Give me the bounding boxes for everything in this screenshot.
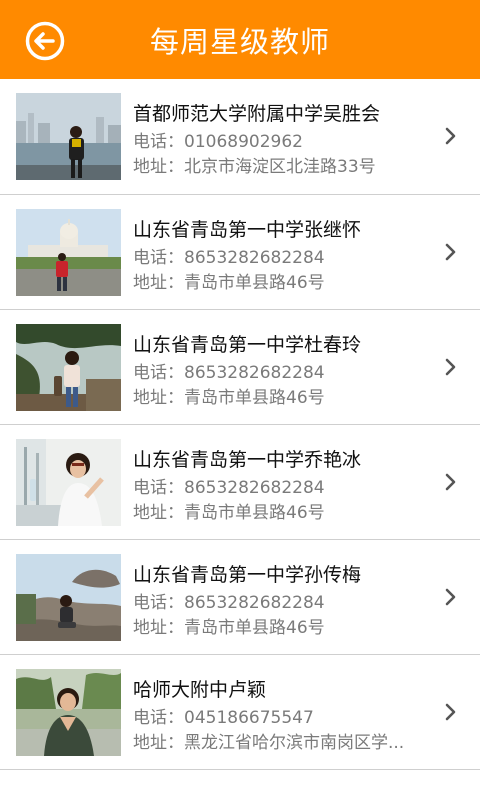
teacher-address: 地址：青岛市单县路46号 [133,273,325,293]
chevron-right-icon [445,358,456,376]
teacher-address: 地址：青岛市单县路46号 [133,618,325,638]
teacher-address: 地址：青岛市单县路46号 [133,388,325,408]
teacher-address: 地址：黑龙江省哈尔滨市南岗区学... [133,733,405,753]
teacher-phone: 电话：8653282682284 [133,248,325,268]
teacher-list-item[interactable]: 山东省青岛第一中学孙传梅 电话：8653282682284 地址：青岛市单县路4… [0,540,480,655]
teacher-list-item[interactable]: 山东省青岛第一中学张继怀 电话：8653282682284 地址：青岛市单县路4… [0,195,480,310]
teacher-name: 山东省青岛第一中学乔艳冰 [133,449,362,471]
teacher-address: 地址：北京市海淀区北洼路33号 [133,157,376,177]
teacher-photo [16,209,121,296]
teacher-address: 地址：青岛市单县路46号 [133,503,325,523]
teacher-phone: 电话：01068902962 [133,132,303,152]
teacher-list-item[interactable]: 山东省青岛第一中学乔艳冰 电话：8653282682284 地址：青岛市单县路4… [0,425,480,540]
chevron-right-icon [445,243,456,261]
chevron-right-icon [445,127,456,145]
chevron-right-icon [445,588,456,606]
teacher-name: 哈师大附中卢颖 [133,679,267,701]
teacher-name: 首都师范大学附属中学吴胜会 [133,103,381,125]
teacher-name: 山东省青岛第一中学孙传梅 [133,564,362,586]
teacher-name: 山东省青岛第一中学张继怀 [133,219,362,241]
back-button[interactable] [22,18,68,64]
teacher-list-item[interactable]: 山东省青岛第一中学杜春玲 电话：8653282682284 地址：青岛市单县路4… [0,310,480,425]
chevron-right-icon [445,703,456,721]
teacher-photo [16,669,121,756]
chevron-right-icon [445,473,456,491]
teacher-photo [16,324,121,411]
teacher-phone: 电话：8653282682284 [133,363,325,383]
teacher-photo [16,439,121,526]
teacher-photo [16,93,121,180]
teacher-phone: 电话：8653282682284 [133,593,325,613]
teacher-list-item[interactable]: 首都师范大学附属中学吴胜会 电话：01068902962 地址：北京市海淀区北洼… [0,79,480,195]
teacher-photo [16,554,121,641]
teacher-list-item[interactable]: 哈师大附中卢颖 电话：045186675547 地址：黑龙江省哈尔滨市南岗区学.… [0,655,480,770]
teacher-phone: 电话：045186675547 [133,708,314,728]
page-title: 每周星级教师 [149,24,330,59]
teacher-name: 山东省青岛第一中学杜春玲 [133,334,362,356]
back-arrow-circle-icon [25,21,65,61]
teacher-list: 首都师范大学附属中学吴胜会 电话：01068902962 地址：北京市海淀区北洼… [0,79,480,770]
header-bar: 每周星级教师 [0,0,480,79]
teacher-phone: 电话：8653282682284 [133,478,325,498]
